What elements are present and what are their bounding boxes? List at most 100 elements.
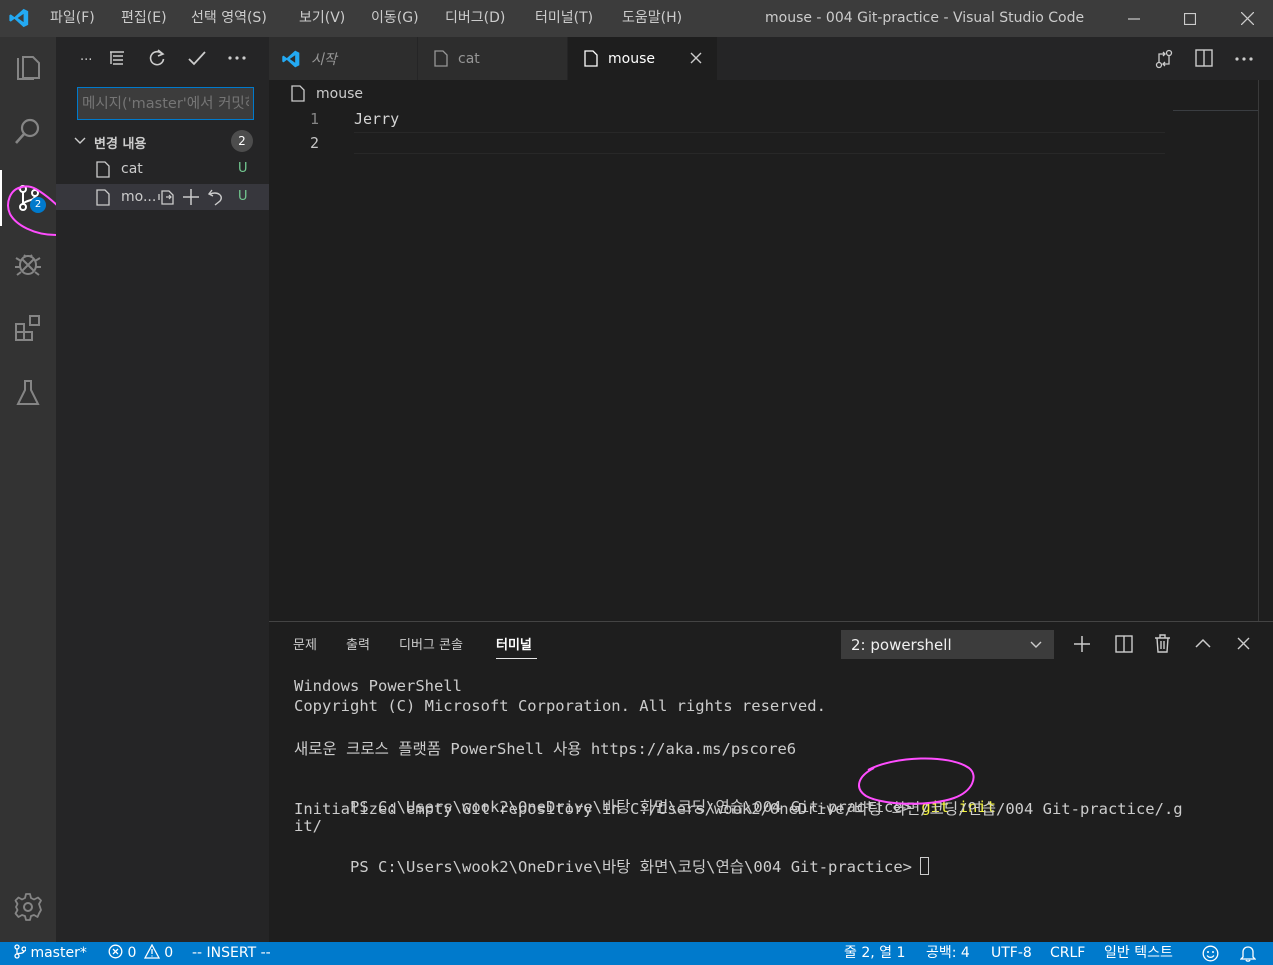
commit-check-icon[interactable] bbox=[186, 47, 208, 69]
window-title: mouse - 004 Git-practice - Visual Studio… bbox=[765, 10, 1085, 26]
terminal-cursor bbox=[920, 857, 930, 875]
line-number: 1 bbox=[310, 110, 320, 128]
warning-count: 0 bbox=[164, 945, 174, 961]
terminal-prompt: PS C:\Users\wook2\OneDrive\바탕 화면\코딩\연습\0… bbox=[350, 858, 913, 876]
chevron-down-icon bbox=[74, 136, 86, 146]
minimize-button[interactable] bbox=[1111, 0, 1157, 37]
changed-file-row[interactable]: cat U bbox=[56, 156, 269, 182]
debug-icon[interactable] bbox=[0, 235, 56, 291]
terminal-output[interactable]: Windows PowerShell Copyright (C) Microso… bbox=[269, 672, 1273, 942]
terminal-line: it/ bbox=[294, 817, 322, 835]
activity-bar: 2 bbox=[0, 37, 69, 942]
settings-gear-icon[interactable] bbox=[0, 879, 56, 935]
branch-name: master* bbox=[30, 945, 87, 961]
open-changes-icon[interactable] bbox=[1154, 49, 1174, 69]
current-line-highlight bbox=[354, 132, 1165, 154]
cursor-position[interactable]: 줄 2, 열 1 bbox=[844, 942, 905, 965]
menu-terminal[interactable]: 터미널(T) bbox=[535, 0, 593, 37]
encoding[interactable]: UTF-8 bbox=[991, 942, 1032, 965]
stage-plus-icon[interactable] bbox=[182, 188, 200, 206]
terminal-line: Windows PowerShell bbox=[294, 677, 462, 695]
line-ending[interactable]: CRLF bbox=[1050, 942, 1085, 965]
menu-go[interactable]: 이동(G) bbox=[371, 0, 419, 37]
menu-file[interactable]: 파일(F) bbox=[50, 0, 95, 37]
terminal-line: Initialized empty Git repository in C:/U… bbox=[294, 800, 1183, 818]
terminal-select[interactable]: 2: powershell bbox=[841, 630, 1054, 659]
file-icon bbox=[96, 189, 110, 206]
title-bar: 파일(F) 편집(E) 선택 영역(S) 보기(V) 이동(G) 디버그(D) … bbox=[0, 0, 1273, 37]
branch-status[interactable]: master* bbox=[14, 942, 87, 965]
search-icon[interactable] bbox=[0, 103, 56, 159]
status-bar: master* 0 0 -- INSERT -- 줄 2, 열 1 공백: 4 … bbox=[0, 942, 1273, 965]
menu-debug[interactable]: 디버그(D) bbox=[445, 0, 505, 37]
line-number: 2 bbox=[310, 134, 320, 152]
open-file-icon[interactable] bbox=[158, 188, 176, 206]
feedback-smiley-icon[interactable] bbox=[1202, 945, 1219, 963]
terminal-line: 새로운 크로스 플랫폼 PowerShell 사용 https://aka.ms… bbox=[294, 740, 797, 758]
menu-selection[interactable]: 선택 영역(S) bbox=[191, 0, 267, 37]
untracked-status: U bbox=[238, 161, 248, 176]
file-icon bbox=[96, 161, 110, 178]
active-tab-underline bbox=[496, 658, 537, 659]
language-mode[interactable]: 일반 텍스트 bbox=[1104, 942, 1173, 965]
vscode-logo-icon bbox=[281, 49, 301, 69]
tab-output[interactable]: 출력 bbox=[346, 634, 370, 653]
breadcrumb[interactable]: mouse bbox=[316, 86, 363, 102]
changes-count-badge: 2 bbox=[231, 130, 253, 152]
tab-mouse[interactable]: mouse bbox=[568, 37, 717, 80]
close-window-button[interactable] bbox=[1224, 0, 1270, 37]
sidebar-more-label: ... bbox=[80, 49, 93, 64]
changes-section-header[interactable]: 변경 내용 2 bbox=[56, 129, 269, 153]
more-actions-icon[interactable] bbox=[1235, 56, 1253, 62]
menu-help[interactable]: 도움말(H) bbox=[622, 0, 682, 37]
changed-file-row[interactable]: mo... U bbox=[56, 184, 269, 210]
error-count: 0 bbox=[127, 945, 137, 961]
notifications-bell-icon[interactable] bbox=[1240, 945, 1256, 963]
explorer-icon[interactable] bbox=[0, 39, 56, 95]
scrollbar-track[interactable] bbox=[1258, 80, 1259, 621]
file-icon bbox=[584, 50, 598, 67]
split-terminal-icon[interactable] bbox=[1115, 635, 1133, 653]
split-editor-icon[interactable] bbox=[1195, 49, 1213, 67]
annotation-circle bbox=[854, 752, 979, 812]
tab-terminal[interactable]: 터미널 bbox=[496, 634, 532, 653]
new-terminal-plus-icon[interactable] bbox=[1073, 635, 1091, 653]
indentation[interactable]: 공백: 4 bbox=[926, 942, 970, 965]
minimap[interactable] bbox=[1173, 110, 1259, 111]
warning-icon bbox=[143, 944, 160, 959]
close-tab-icon[interactable] bbox=[690, 52, 702, 64]
file-name: mo... bbox=[121, 189, 157, 205]
editor-area[interactable]: mouse 1 Jerry 2 bbox=[269, 80, 1273, 621]
trash-icon[interactable] bbox=[1154, 634, 1171, 653]
bottom-panel: 문제 출력 디버그 콘솔 터미널 2: powershell Windows P… bbox=[269, 621, 1273, 942]
file-name: cat bbox=[121, 161, 143, 177]
close-panel-icon[interactable] bbox=[1237, 637, 1250, 650]
menu-edit[interactable]: 편집(E) bbox=[121, 0, 167, 37]
tab-welcome[interactable]: 시작 bbox=[269, 37, 417, 80]
view-as-tree-icon[interactable] bbox=[106, 47, 128, 69]
maximize-button[interactable] bbox=[1167, 0, 1213, 37]
tab-debug-console[interactable]: 디버그 콘솔 bbox=[399, 634, 463, 653]
more-actions-icon[interactable] bbox=[226, 47, 248, 69]
vscode-logo-icon bbox=[8, 7, 30, 29]
commit-message-input[interactable] bbox=[77, 87, 254, 120]
discard-changes-icon[interactable] bbox=[208, 188, 224, 206]
tab-problems[interactable]: 문제 bbox=[293, 634, 317, 653]
tab-cat[interactable]: cat bbox=[418, 37, 567, 80]
tab-label: mouse bbox=[608, 50, 655, 67]
error-icon bbox=[108, 944, 123, 959]
tab-label: 시작 bbox=[311, 51, 337, 68]
changes-label: 변경 내용 bbox=[94, 137, 147, 152]
refresh-icon[interactable] bbox=[146, 47, 168, 69]
source-control-sidebar: ... 변경 내용 2 cat U mo... bbox=[56, 37, 269, 942]
maximize-panel-icon[interactable] bbox=[1195, 638, 1211, 648]
test-icon[interactable] bbox=[0, 365, 56, 421]
chevron-down-icon bbox=[1030, 640, 1042, 649]
terminal-select-value: 2: powershell bbox=[851, 636, 952, 654]
git-branch-icon bbox=[14, 944, 26, 959]
extensions-icon[interactable] bbox=[0, 300, 56, 356]
menu-view[interactable]: 보기(V) bbox=[299, 0, 345, 37]
vim-mode: -- INSERT -- bbox=[192, 945, 271, 961]
untracked-status: U bbox=[238, 189, 248, 204]
problems-status[interactable]: 0 0 bbox=[108, 942, 173, 965]
